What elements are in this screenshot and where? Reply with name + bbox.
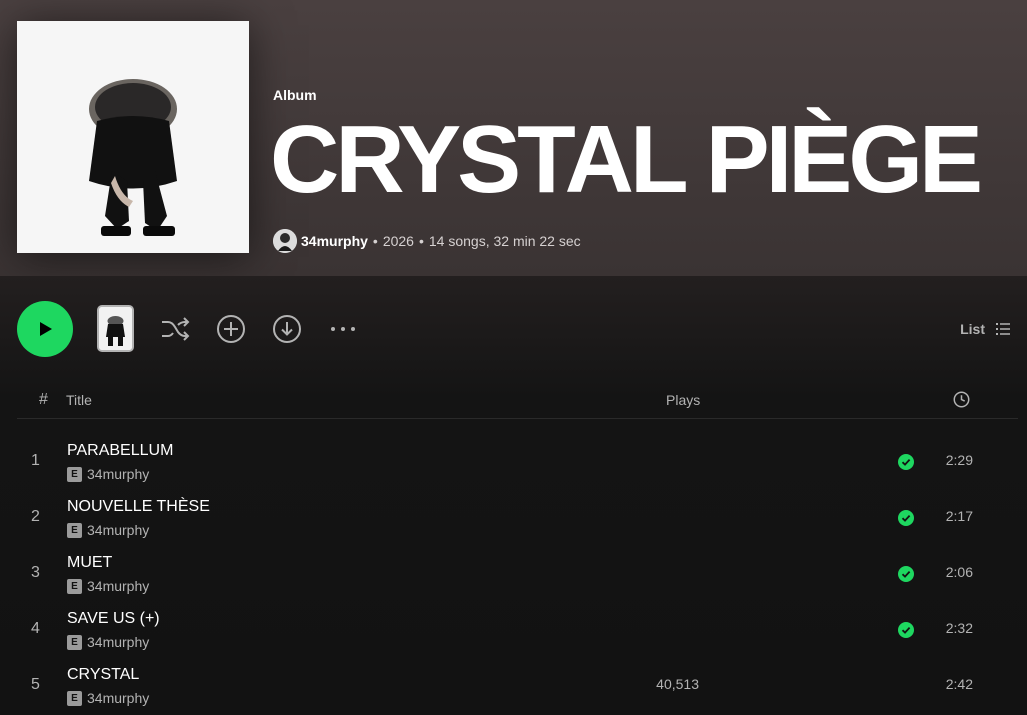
saved-check-button[interactable] <box>898 622 914 638</box>
artist-avatar-image <box>273 229 297 253</box>
shuffle-button[interactable] <box>159 313 191 345</box>
track-row[interactable]: 2 NOUVELLE THÈSE E 34murphy 2:17 <box>17 490 1018 546</box>
track-duration: 2:06 <box>945 564 973 580</box>
track-number: 2 <box>31 508 40 525</box>
track-artist[interactable]: 34murphy <box>87 466 149 482</box>
saved-check-button[interactable] <box>898 566 914 582</box>
track-subtitle: E 34murphy <box>67 466 149 482</box>
track-artist[interactable]: 34murphy <box>87 522 149 538</box>
track-title[interactable]: PARABELLUM <box>67 442 173 460</box>
album-title: CRYSTAL PIÈGE <box>270 106 983 213</box>
track-number: 5 <box>31 676 40 693</box>
header-divider <box>17 418 1018 419</box>
track-artist[interactable]: 34murphy <box>87 690 149 706</box>
track-duration: 2:32 <box>945 620 973 636</box>
track-row[interactable]: 1 PARABELLUM E 34murphy 2:29 <box>17 434 1018 490</box>
artist-avatar[interactable] <box>273 229 297 253</box>
preview-cover-button[interactable] <box>97 305 134 352</box>
album-meta: 34murphy • 2026 • 14 songs, 32 min 22 se… <box>273 229 581 253</box>
track-title[interactable]: SAVE US (+) <box>67 610 160 628</box>
track-subtitle: E 34murphy <box>67 634 149 650</box>
track-subtitle: E 34murphy <box>67 690 149 706</box>
album-header: Album CRYSTAL PIÈGE 34murphy • 2026 • 14… <box>0 0 1027 276</box>
check-circle-icon <box>898 566 914 582</box>
download-button[interactable] <box>271 313 303 345</box>
album-year: 2026 <box>382 233 414 249</box>
preview-cover-art <box>99 307 132 350</box>
column-header-title[interactable]: Title <box>66 392 92 408</box>
track-number: 4 <box>31 620 40 637</box>
check-circle-icon <box>898 454 914 470</box>
track-plays: 40,513 <box>656 676 699 692</box>
view-mode-label: List <box>960 321 985 337</box>
shuffle-icon <box>162 317 190 341</box>
explicit-badge: E <box>67 690 82 706</box>
track-duration: 2:17 <box>945 508 973 524</box>
track-row[interactable]: 3 MUET E 34murphy 2:06 <box>17 546 1018 602</box>
check-circle-icon <box>898 622 914 638</box>
saved-check-button[interactable] <box>898 510 914 526</box>
download-icon <box>273 315 301 343</box>
play-icon <box>40 322 52 336</box>
track-title[interactable]: NOUVELLE THÈSE <box>67 498 210 516</box>
more-options-button[interactable] <box>327 313 359 345</box>
meta-separator: • <box>418 233 424 249</box>
track-subtitle: E 34murphy <box>67 522 149 538</box>
track-number: 1 <box>31 452 40 469</box>
column-header-plays[interactable]: Plays <box>666 392 700 408</box>
track-duration: 2:29 <box>945 452 973 468</box>
track-artist[interactable]: 34murphy <box>87 634 149 650</box>
track-artist[interactable]: 34murphy <box>87 578 149 594</box>
play-button[interactable] <box>17 301 73 357</box>
column-header-duration[interactable] <box>953 391 970 411</box>
album-summary: 14 songs, 32 min 22 sec <box>428 233 581 249</box>
add-circle-icon <box>217 315 245 343</box>
clock-icon <box>953 391 970 408</box>
track-title[interactable]: MUET <box>67 554 112 572</box>
track-title[interactable]: CRYSTAL <box>67 666 139 684</box>
artist-link[interactable]: 34murphy <box>301 233 368 249</box>
explicit-badge: E <box>67 634 82 650</box>
track-duration: 2:42 <box>945 676 973 692</box>
check-circle-icon <box>898 510 914 526</box>
add-to-library-button[interactable] <box>215 313 247 345</box>
track-row[interactable]: 4 SAVE US (+) E 34murphy 2:32 <box>17 602 1018 658</box>
album-cover-art <box>17 21 249 253</box>
explicit-badge: E <box>67 578 82 594</box>
track-row[interactable]: 5 CRYSTAL E 34murphy 40,513 2:42 <box>17 658 1018 714</box>
more-options-icon <box>331 327 355 331</box>
track-subtitle: E 34murphy <box>67 578 149 594</box>
saved-check-button[interactable] <box>898 454 914 470</box>
view-mode-button[interactable]: List <box>960 318 1011 340</box>
album-cover[interactable] <box>17 21 249 253</box>
list-icon <box>996 323 1010 335</box>
explicit-badge: E <box>67 466 82 482</box>
explicit-badge: E <box>67 522 82 538</box>
column-header-number: # <box>39 391 48 408</box>
track-number: 3 <box>31 564 40 581</box>
meta-separator: • <box>372 233 378 249</box>
album-type-label: Album <box>273 87 317 103</box>
